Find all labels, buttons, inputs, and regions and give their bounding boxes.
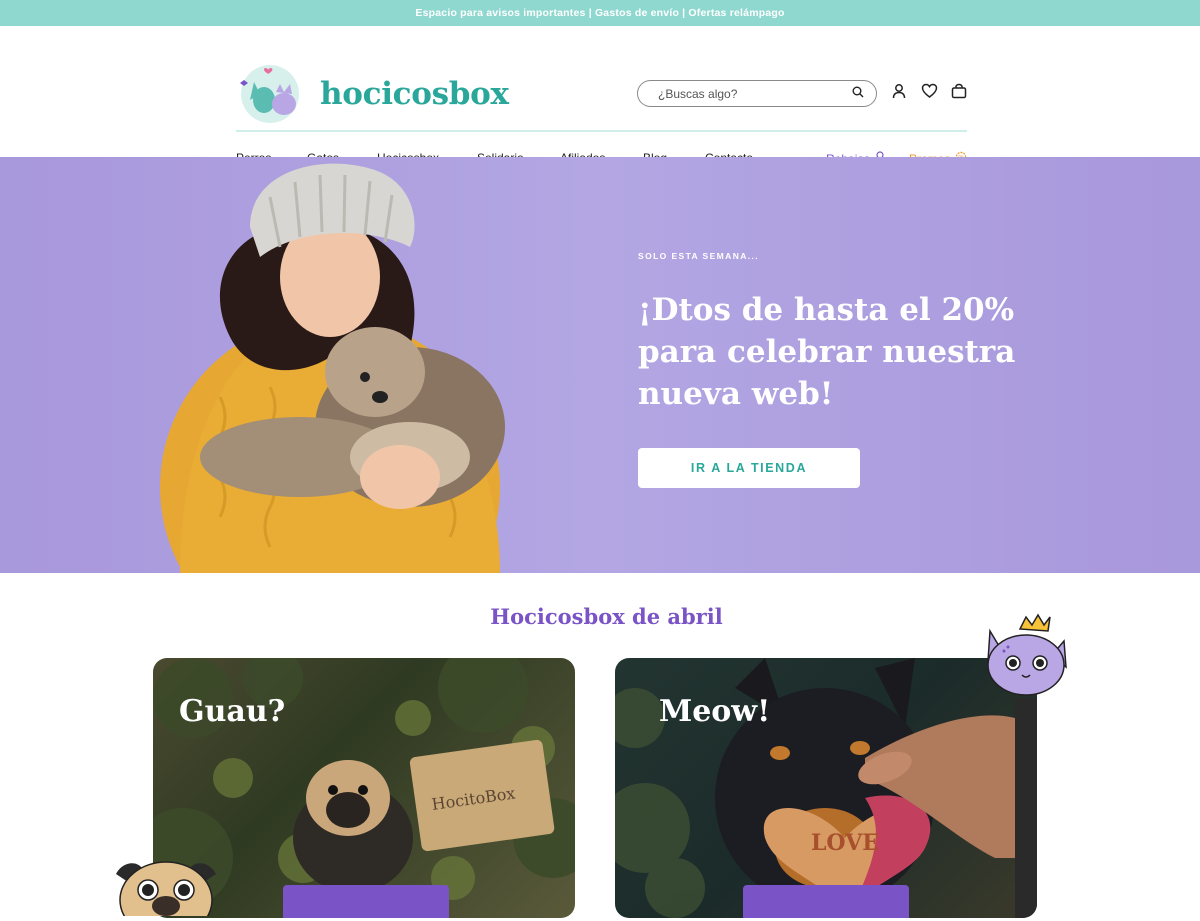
bag-icon[interactable]: [950, 82, 968, 100]
search-input[interactable]: [658, 86, 838, 101]
card-title-cats: Meow!: [659, 694, 771, 729]
hero-eyebrow: SOLO ESTA SEMANA...: [638, 251, 760, 261]
cat-sticker-icon: [982, 611, 1070, 703]
user-icon[interactable]: [890, 82, 908, 100]
shop-button[interactable]: IR A LA TIENDA: [638, 448, 860, 488]
logo[interactable]: hocicosbox: [236, 64, 509, 124]
announcement-text: Espacio para avisos importantes | Gastos…: [415, 7, 785, 19]
product-card-cats[interactable]: LOVE Meow!: [615, 658, 1037, 918]
hero-banner: SOLO ESTA SEMANA... ¡Dtos de hasta el 20…: [0, 157, 1200, 573]
card-title-dogs: Guau?: [179, 694, 286, 729]
search-box[interactable]: [637, 80, 877, 107]
search-icon[interactable]: [852, 85, 864, 103]
heart-icon[interactable]: [920, 82, 938, 100]
announcement-bar: Espacio para avisos importantes | Gastos…: [0, 0, 1200, 26]
card-button-dogs[interactable]: [283, 885, 449, 918]
card-button-cats[interactable]: [743, 885, 909, 918]
hero-headline: ¡Dtos de hasta el 20% para celebrar nues…: [638, 292, 1016, 412]
logo-icon: [236, 64, 306, 124]
pug-sticker-icon: [112, 856, 220, 921]
brand-name: hocicosbox: [320, 76, 509, 112]
header-icons: [890, 82, 968, 100]
hero-photo: [160, 163, 505, 573]
header-divider: [236, 130, 967, 132]
site-header: hocicosbox Perros Gatos Hocicosbox Solid…: [0, 26, 1200, 166]
svg-text:LOVE: LOVE: [811, 830, 879, 856]
